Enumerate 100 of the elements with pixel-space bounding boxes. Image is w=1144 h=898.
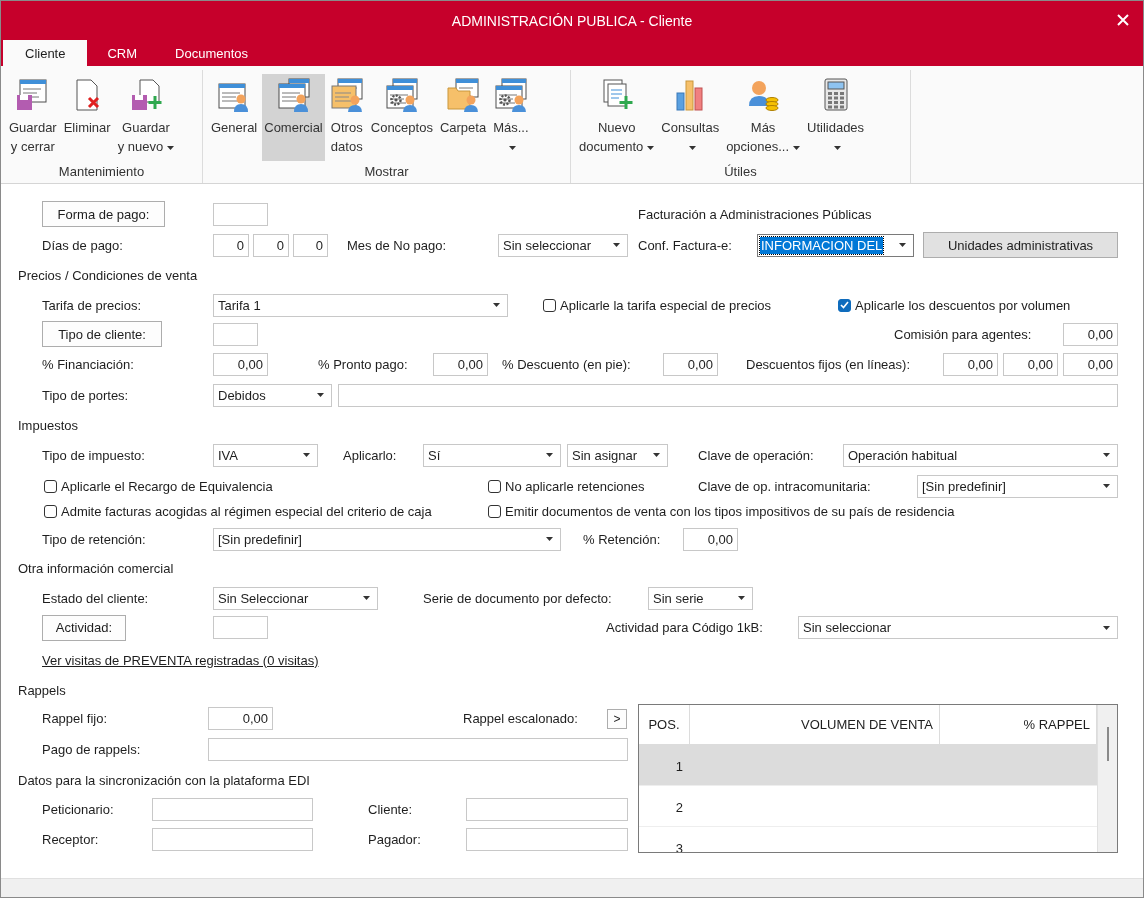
- dropdown[interactable]: [Sin predefinir]: [917, 474, 1118, 498]
- ribbon-button[interactable]: Otros datos: [327, 74, 366, 161]
- dropdown[interactable]: Debidos: [213, 383, 332, 407]
- caret-icon: [613, 243, 620, 247]
- ribbon-button[interactable]: Carpeta: [437, 74, 489, 161]
- dropdown[interactable]: IVA: [213, 443, 318, 467]
- dropdown[interactable]: Sin asignar: [567, 443, 668, 467]
- input-field[interactable]: 0: [253, 233, 289, 257]
- ribbon-tab[interactable]: Cliente: [3, 40, 88, 66]
- dropdown[interactable]: Sin seleccionar: [798, 616, 1118, 639]
- input-field[interactable]: [466, 797, 628, 821]
- dropdown[interactable]: INFORMACION DEL: [757, 233, 914, 257]
- close-icon[interactable]: [1117, 14, 1129, 26]
- field-label: Peticionario:: [42, 801, 114, 817]
- field-label: Cliente:: [368, 801, 413, 817]
- dropdown[interactable]: Sin Seleccionar: [213, 586, 378, 610]
- group-label: Útiles: [723, 163, 758, 181]
- caret-icon: [303, 453, 310, 457]
- input-field[interactable]: [152, 797, 313, 821]
- scrollbar[interactable]: [1097, 705, 1117, 852]
- field-label: Actividad para Código 1kB:: [606, 620, 763, 635]
- ribbon-button[interactable]: Más opciones...: [724, 74, 802, 161]
- dropdown[interactable]: [Sin predefinir]: [213, 527, 561, 551]
- ribbon-button[interactable]: General: [209, 74, 260, 161]
- folder-person-icon: [446, 78, 481, 112]
- checkbox[interactable]: Emitir documentos de venta con los tipos impositivos de su país de residencia: [488, 503, 955, 519]
- table-row[interactable]: 1: [639, 745, 1097, 786]
- input-field[interactable]: [213, 616, 268, 639]
- column-header: VOLUMEN DE VENTA: [690, 705, 940, 744]
- input-field[interactable]: 0,00: [943, 353, 998, 376]
- window-title: ADMINISTRACIÓN PUBLICA - Cliente: [451, 12, 693, 29]
- input-field[interactable]: 0,00: [433, 353, 488, 376]
- input-field[interactable]: 0,00: [663, 353, 718, 376]
- ribbon-button[interactable]: Utilidades: [805, 74, 867, 161]
- checkbox[interactable]: Aplicarle la tarifa especial de precios: [543, 297, 771, 313]
- field-label: % Financiación:: [42, 357, 134, 372]
- table-cell-text: 1: [674, 758, 684, 776]
- button[interactable]: >: [607, 708, 627, 729]
- button[interactable]: Forma de pago:: [42, 201, 165, 227]
- window-gear-person-icon: [384, 78, 419, 112]
- visits-link[interactable]: Ver visitas de PREVENTA registradas (0 visitas): [42, 652, 319, 668]
- input-field[interactable]: 0,00: [213, 353, 268, 376]
- ribbon-button[interactable]: Eliminar: [61, 74, 113, 161]
- button[interactable]: Unidades administrativas: [923, 232, 1118, 258]
- ribbon-tab[interactable]: CRM: [89, 40, 156, 66]
- table-row[interactable]: 2: [639, 786, 1097, 827]
- table-cell-text: 2: [674, 799, 684, 817]
- ribbon-tab[interactable]: Documentos: [157, 40, 267, 66]
- field-label: Rappel escalonado:: [463, 711, 578, 726]
- input-field[interactable]: 0,00: [1063, 322, 1118, 346]
- input-field[interactable]: [152, 827, 313, 851]
- input-field[interactable]: 0,00: [1003, 353, 1058, 376]
- field-label: Descuentos fijos (en líneas):: [746, 357, 911, 372]
- field-label: Tipo de impuesto:: [42, 447, 145, 463]
- ribbon-button[interactable]: Más...: [491, 74, 531, 161]
- input-field[interactable]: 0: [213, 233, 249, 257]
- input-field[interactable]: 0,00: [208, 707, 273, 730]
- checkbox[interactable]: Aplicarle el Recargo de Equivalencia: [44, 478, 273, 494]
- checkbox[interactable]: Admite facturas acogidas al régimen especial del criterio de caja: [44, 503, 432, 519]
- caret-icon: [493, 303, 500, 307]
- field-label: Mes de No pago:: [347, 237, 446, 253]
- caret-icon: [738, 596, 745, 600]
- ribbon-button[interactable]: Guardar y cerrar: [7, 74, 59, 161]
- checkbox[interactable]: Aplicarle los descuentos por volumen: [838, 297, 1071, 313]
- input-field[interactable]: [466, 827, 628, 851]
- ribbon-button[interactable]: Nuevo documento: [577, 74, 657, 161]
- caret-icon: [1103, 484, 1110, 488]
- field-label: Clave de operación:: [698, 447, 814, 463]
- input-field[interactable]: [208, 737, 628, 761]
- window-person-icon: [329, 78, 364, 112]
- dropdown[interactable]: Sin seleccionar: [498, 233, 628, 257]
- caret-icon: [317, 393, 324, 397]
- section-heading: Precios / Condiciones de venta: [18, 267, 198, 283]
- input-field[interactable]: 0: [293, 233, 328, 257]
- ribbon-button[interactable]: Comercial: [262, 74, 325, 161]
- field-label: Pagador:: [368, 831, 421, 847]
- field-label: % Pronto pago:: [318, 357, 408, 372]
- checkbox[interactable]: No aplicarle retenciones: [488, 478, 645, 494]
- field-label: Tarifa de precios:: [42, 297, 141, 313]
- field-label: Pago de rappels:: [42, 741, 141, 757]
- button[interactable]: Tipo de cliente:: [42, 321, 162, 347]
- dropdown[interactable]: Operación habitual: [843, 443, 1118, 467]
- ribbon-button[interactable]: Consultas: [659, 74, 722, 161]
- field-label: Días de pago:: [42, 237, 123, 253]
- ribbon-button[interactable]: Conceptos: [368, 74, 435, 161]
- save-icon: [15, 78, 50, 112]
- field-label: Tipo de retención:: [42, 531, 146, 547]
- input-field[interactable]: [213, 202, 268, 226]
- dropdown[interactable]: Tarifa 1: [213, 293, 508, 317]
- dropdown[interactable]: Sin serie: [648, 586, 753, 610]
- dropdown[interactable]: Sí: [423, 443, 561, 467]
- caret-icon: [546, 537, 553, 541]
- section-heading: Rappels: [18, 682, 66, 698]
- ribbon-button[interactable]: Guardar y nuevo: [115, 74, 177, 161]
- input-field[interactable]: [213, 322, 258, 346]
- input-field[interactable]: 0,00: [683, 527, 738, 551]
- section-heading: Impuestos: [18, 417, 78, 433]
- input-field[interactable]: 0,00: [1063, 353, 1118, 376]
- input-field[interactable]: [338, 383, 1118, 407]
- button[interactable]: Actividad:: [42, 614, 126, 641]
